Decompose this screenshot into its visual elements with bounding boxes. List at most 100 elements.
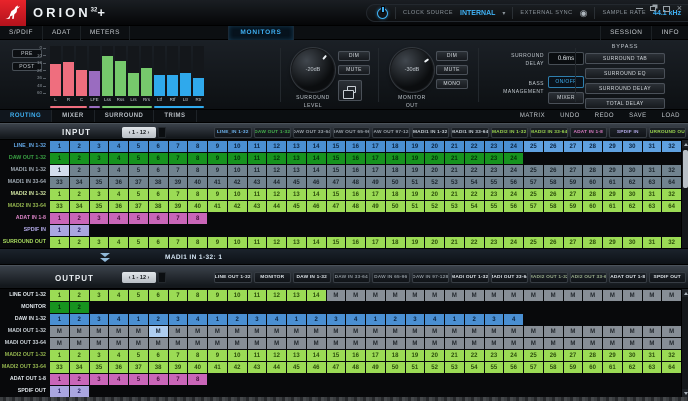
- channel-link-button[interactable]: [338, 80, 362, 101]
- matrix-cell[interactable]: M: [346, 326, 365, 337]
- matrix-cell[interactable]: 12: [267, 189, 286, 200]
- surround-delay-value[interactable]: 0.6ms: [548, 52, 584, 65]
- matrix-cell[interactable]: 56: [504, 177, 523, 188]
- matrix-cell[interactable]: 39: [169, 177, 188, 188]
- matrix-cell[interactable]: [445, 302, 464, 313]
- matrix-cell[interactable]: 50: [386, 362, 405, 373]
- matrix-cell[interactable]: 25: [524, 350, 543, 361]
- matrix-cell[interactable]: 2: [70, 290, 89, 301]
- matrix-cell[interactable]: M: [267, 338, 286, 349]
- matrix-cell[interactable]: 48: [346, 362, 365, 373]
- matrix-cell[interactable]: 13: [287, 237, 306, 248]
- matrix-cell[interactable]: 24: [504, 165, 523, 176]
- matrix-cell[interactable]: [228, 374, 247, 385]
- minimize-button[interactable]: [636, 8, 643, 9]
- matrix-cell[interactable]: [643, 225, 662, 236]
- restore-button[interactable]: [650, 6, 656, 11]
- matrix-cell[interactable]: 16: [346, 350, 365, 361]
- matrix-cell[interactable]: 40: [188, 362, 207, 373]
- matrix-cell[interactable]: M: [287, 326, 306, 337]
- matrix-cell[interactable]: 4: [109, 141, 128, 152]
- matrix-cell[interactable]: [544, 314, 563, 325]
- matrix-cell[interactable]: [109, 386, 128, 397]
- matrix-cell[interactable]: 3: [90, 153, 109, 164]
- matrix-cell[interactable]: [643, 302, 662, 313]
- matrix-cell[interactable]: 35: [90, 201, 109, 212]
- matrix-cell[interactable]: 46: [307, 177, 326, 188]
- matrix-cell[interactable]: [425, 225, 444, 236]
- matrix-cell[interactable]: 55: [485, 177, 504, 188]
- matrix-cell[interactable]: 3: [90, 189, 109, 200]
- matrix-cell[interactable]: 1: [50, 350, 69, 361]
- matrix-cell[interactable]: M: [623, 290, 642, 301]
- matrix-cell[interactable]: [603, 225, 622, 236]
- matrix-cell[interactable]: M: [485, 290, 504, 301]
- matrix-cell[interactable]: 16: [346, 237, 365, 248]
- matrix-cell[interactable]: 44: [267, 177, 286, 188]
- matrix-cell[interactable]: 50: [386, 177, 405, 188]
- matrix-cell[interactable]: 30: [623, 350, 642, 361]
- matrix-cell[interactable]: [564, 213, 583, 224]
- matrix-cell[interactable]: [267, 213, 286, 224]
- matrix-cell[interactable]: 54: [465, 362, 484, 373]
- matrix-cell[interactable]: M: [603, 326, 622, 337]
- matrix-cell[interactable]: 10: [228, 189, 247, 200]
- matrix-cell[interactable]: 17: [366, 153, 385, 164]
- matrix-cell[interactable]: 5: [129, 374, 148, 385]
- matrix-cell[interactable]: 15: [327, 350, 346, 361]
- matrix-cell[interactable]: [643, 153, 662, 164]
- matrix-cell[interactable]: M: [406, 326, 425, 337]
- matrix-cell[interactable]: [169, 386, 188, 397]
- matrix-cell[interactable]: [346, 374, 365, 385]
- matrix-cell[interactable]: [208, 302, 227, 313]
- matrix-cell[interactable]: 64: [662, 201, 681, 212]
- matrix-cell[interactable]: 1: [50, 225, 69, 236]
- matrix-cell[interactable]: [327, 225, 346, 236]
- tab-session[interactable]: SESSION: [600, 26, 651, 40]
- matrix-cell[interactable]: 8: [188, 374, 207, 385]
- matrix-cell[interactable]: [386, 225, 405, 236]
- matrix-cell[interactable]: 12: [267, 350, 286, 361]
- matrix-cell[interactable]: 45: [287, 362, 306, 373]
- tab-adat[interactable]: ADAT: [43, 26, 81, 40]
- matrix-cell[interactable]: [603, 374, 622, 385]
- matrix-cell[interactable]: 49: [366, 201, 385, 212]
- matrix-cell[interactable]: 4: [109, 374, 128, 385]
- matrix-cell[interactable]: 32: [662, 165, 681, 176]
- matrix-cell[interactable]: M: [307, 326, 326, 337]
- matrix-cell[interactable]: 20: [425, 189, 444, 200]
- matrix-cell[interactable]: 10: [228, 141, 247, 152]
- input-tab-spdif-in[interactable]: SPDIF IN: [609, 127, 647, 138]
- matrix-cell[interactable]: 13: [287, 153, 306, 164]
- matrix-cell[interactable]: 32: [662, 189, 681, 200]
- output-tab-monitor[interactable]: MONITOR: [254, 272, 292, 283]
- matrix-cell[interactable]: M: [248, 338, 267, 349]
- matrix-cell[interactable]: 12: [267, 153, 286, 164]
- matrix-cell[interactable]: M: [583, 326, 602, 337]
- matrix-cell[interactable]: M: [603, 290, 622, 301]
- matrix-cell[interactable]: [267, 302, 286, 313]
- matrix-cell[interactable]: 13: [287, 189, 306, 200]
- output-tab-daw-in-1-32[interactable]: DAW IN 1-32: [293, 272, 331, 283]
- matrix-cell[interactable]: 22: [465, 350, 484, 361]
- action-redo[interactable]: REDO: [595, 110, 614, 123]
- matrix-cell[interactable]: M: [149, 338, 168, 349]
- matrix-cell[interactable]: 57: [524, 201, 543, 212]
- matrix-cell[interactable]: [386, 374, 405, 385]
- matrix-cell[interactable]: 26: [544, 141, 563, 152]
- matrix-cell[interactable]: 20: [425, 165, 444, 176]
- matrix-cell[interactable]: 4: [425, 314, 444, 325]
- matrix-cell[interactable]: [544, 153, 563, 164]
- matrix-cell[interactable]: 14: [307, 290, 326, 301]
- matrix-cell[interactable]: 62: [623, 177, 642, 188]
- matrix-cell[interactable]: [366, 302, 385, 313]
- matrix-cell[interactable]: 7: [169, 237, 188, 248]
- matrix-cell[interactable]: 26: [544, 165, 563, 176]
- matrix-cell[interactable]: 15: [327, 141, 346, 152]
- matrix-cell[interactable]: 27: [564, 165, 583, 176]
- matrix-cell[interactable]: [90, 225, 109, 236]
- input-tab-line-in-1-32[interactable]: LINE_IN 1-32: [214, 127, 252, 138]
- matrix-cell[interactable]: M: [564, 338, 583, 349]
- matrix-cell[interactable]: [287, 225, 306, 236]
- output-channel-pager[interactable]: ‹ 1 - 12 ›: [122, 272, 156, 283]
